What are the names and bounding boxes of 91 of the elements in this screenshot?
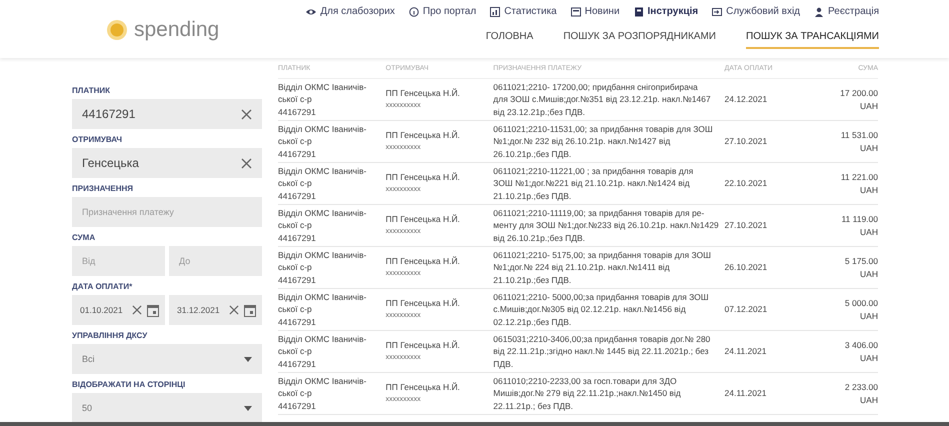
table-cell: UAH <box>860 310 878 322</box>
table-cell-text: 0615031;2210-3406,00;за придбання товарів дог.№ 280 від 22.11.21р.;згідно накл.№ 1445 від 22.11.2021р.; без ПДВ. <box>493 332 712 370</box>
top-link[interactable]: Інструкція <box>634 6 698 17</box>
filter-label: ПРИЗНАЧЕННЯ <box>72 184 134 194</box>
date-field[interactable]: 31.12.2021 <box>169 295 262 325</box>
table-cell-text: ПП Генсецька Н.Й. <box>386 297 461 310</box>
table-cell-text: 27.10.2021 <box>724 135 768 148</box>
table-cell-text: 26.10.2021 <box>724 261 768 274</box>
chart-icon <box>490 6 500 16</box>
sun-logo-icon <box>106 19 128 41</box>
user-icon <box>814 6 824 16</box>
table-cell-text: Відділ ОКМС Іваничів- ської с-р 44167291 <box>278 332 368 370</box>
table-cell: UAH <box>860 352 878 364</box>
info-icon <box>408 6 419 16</box>
calendar-icon[interactable] <box>244 304 256 316</box>
filter-label: СУМА <box>72 233 96 243</box>
nav-tab[interactable]: ПОШУК ЗА ТРАНСАКЦІЯМИ <box>746 31 879 49</box>
select-field[interactable]: Всі <box>72 344 262 374</box>
eye-icon <box>306 6 316 16</box>
table-cell-text: ПП Генсецька Н.Й. <box>386 213 461 226</box>
table-cell-text: ПП Генсецька Н.Й. <box>386 255 461 268</box>
clear-icon[interactable] <box>241 158 252 168</box>
top-link[interactable]: Новини <box>570 6 620 17</box>
table-cell-text: Відділ ОКМС Іваничів- ської с-р 44167291 <box>278 206 368 244</box>
table-cell: 11 531.00 <box>840 129 878 142</box>
caret-icon <box>244 356 252 362</box>
table-cell-text: 0611021;2210-11531,00; за придбання товарів для ЗОШ №1;дог.№ 232 від 26.10.21р. накл.№1427 від 26.10.21р.;без ПДВ. <box>493 122 714 160</box>
filter-label: ВІДОБРАЖАТИ НА СТОРІНЦІ <box>72 380 186 390</box>
input-field[interactable]: 44167291 <box>72 99 262 129</box>
select-field[interactable]: 50 <box>72 393 262 422</box>
input-field[interactable]: Призначення платежу <box>72 197 262 227</box>
table-cell-text: ПП Генсецька Н.Й. <box>386 171 461 184</box>
table-cell: 5 000.00 <box>844 297 878 310</box>
table-cell-text: 0611021;2210- 5175,00; за придбання товарів для ЗОШ №1;дог.№ 224 від 21.10.21р. накл.№1411 від 21.10.21р.;без ПДВ. <box>493 248 712 286</box>
table-cell: 17 200.00 <box>840 87 878 100</box>
table-cell: UAH <box>860 184 878 196</box>
input-field[interactable]: Генсецька <box>72 148 262 178</box>
top-link[interactable]: Службовий вхід <box>712 6 800 17</box>
table-cell-text: 22.10.2021 <box>724 177 768 190</box>
table-cell: 3 406.00 <box>844 339 878 352</box>
clear-icon[interactable] <box>132 305 142 315</box>
table-cell: 5 175.00 <box>844 255 878 268</box>
input-field[interactable]: До <box>169 246 262 276</box>
table-cell-text: 0611021;2210-11221,00 ; за придбання товарів для ЗОШ №1;дог.№221 від 21.10.21р. накл.№1424 від 21.10.21р.;без ПДВ. <box>493 164 694 202</box>
table-cell-text: Відділ ОКМС Іваничів- ської с-р 44167291 <box>278 80 368 118</box>
table-cell-text: ПП Генсецька Н.Й. <box>386 129 461 142</box>
table-cell-text: 24.12.2021 <box>724 93 768 106</box>
table-cell: 2 233.00 <box>844 381 878 394</box>
filter-label: ПЛАТНИК <box>72 86 112 96</box>
filter-label: ОТРИМУВАЧ <box>72 135 124 145</box>
table-cell-text: 0611021;2210- 5000,00;за придбання товарів для ЗОШ с.Мишів;дог.№305 від 02.12.21р. накл.№1456 від 02.12.21р.;без ПДВ. <box>493 290 710 328</box>
table-cell-text: ПП Генсецька Н.Й. <box>386 87 461 100</box>
top-link[interactable]: Для слабозорих <box>306 6 395 17</box>
table-cell-text: 07.12.2021 <box>724 303 768 316</box>
table-cell: UAH <box>860 142 878 154</box>
table-cell-text: 24.11.2021 <box>724 387 768 400</box>
table-cell-text: 27.10.2021 <box>724 219 768 232</box>
date-field[interactable]: 01.10.2021 <box>72 295 165 325</box>
table-cell-text: ПП Генсецька Н.Й. <box>386 381 461 394</box>
table-cell: UAH <box>860 394 878 406</box>
table-cell-text: Відділ ОКМС Іваничів- ської с-р 44167291 <box>278 374 368 412</box>
table-cell-text: 0611010;2210-2233,00 за госп.товари для ЗДО Мишів;дог.№ 279 від 22.11.21р.;накл.№1450 від 22.11.21р.; без ПДВ. <box>493 374 682 412</box>
table-cell: UAH <box>860 100 878 112</box>
clear-icon[interactable] <box>229 305 239 315</box>
table-cell-text: Відділ ОКМС Іваничів- ської с-р 44167291 <box>278 290 368 328</box>
table-cell-text: 0611021;2210-11119,00; за придбання товарів для ре- менту для ЗОШ №1;дог.№233 від 26.10.21р. накл.№1429 від 26.10.21р.;без ПДВ. <box>493 206 720 244</box>
table-cell-text: 0611021;2210- 17200,00; придбання снігоприбирача для ЗОШ с.Мишів;дог.№351 від 23.12.21р. накл.№1467 від 23.12.21р.;без ПДВ. <box>493 80 712 118</box>
input-field[interactable]: Від <box>72 246 165 276</box>
book-icon <box>634 6 644 16</box>
nav-tab[interactable]: ПОШУК ЗА РОЗПОРЯДНИКАМИ <box>563 31 716 49</box>
table-cell: UAH <box>860 226 878 238</box>
calendar-icon[interactable] <box>147 304 159 316</box>
table-cell: UAH <box>860 268 878 280</box>
table-cell-text: Відділ ОКМС Іваничів- ської с-р 44167291 <box>278 164 368 202</box>
logo-text: spending <box>134 18 220 42</box>
top-link[interactable]: Статистика <box>490 6 557 17</box>
caret-icon <box>244 406 252 410</box>
filter-label: ДАТА ОПЛАТИ* <box>72 282 134 292</box>
filter-label: УПРАВЛІННЯ ДКСУ <box>72 331 148 341</box>
table-cell: 11 119.00 <box>841 213 878 226</box>
top-link[interactable]: Реєстрація <box>814 6 879 17</box>
table-cell-text: ПП Генсецька Н.Й. <box>386 339 461 352</box>
table-cell: 11 221.00 <box>840 171 878 184</box>
table-cell-text: Відділ ОКМС Іваничів- ської с-р 44167291 <box>278 248 368 286</box>
news-icon <box>570 6 581 16</box>
top-link[interactable]: Про портал <box>408 6 476 17</box>
nav-tab[interactable]: ГОЛОВНА <box>486 31 534 49</box>
clear-icon[interactable] <box>241 108 252 120</box>
login-icon <box>712 6 722 16</box>
table-cell-text: Відділ ОКМС Іваничів- ської с-р 44167291 <box>278 122 368 160</box>
table-cell-text: 24.11.2021 <box>724 345 768 358</box>
